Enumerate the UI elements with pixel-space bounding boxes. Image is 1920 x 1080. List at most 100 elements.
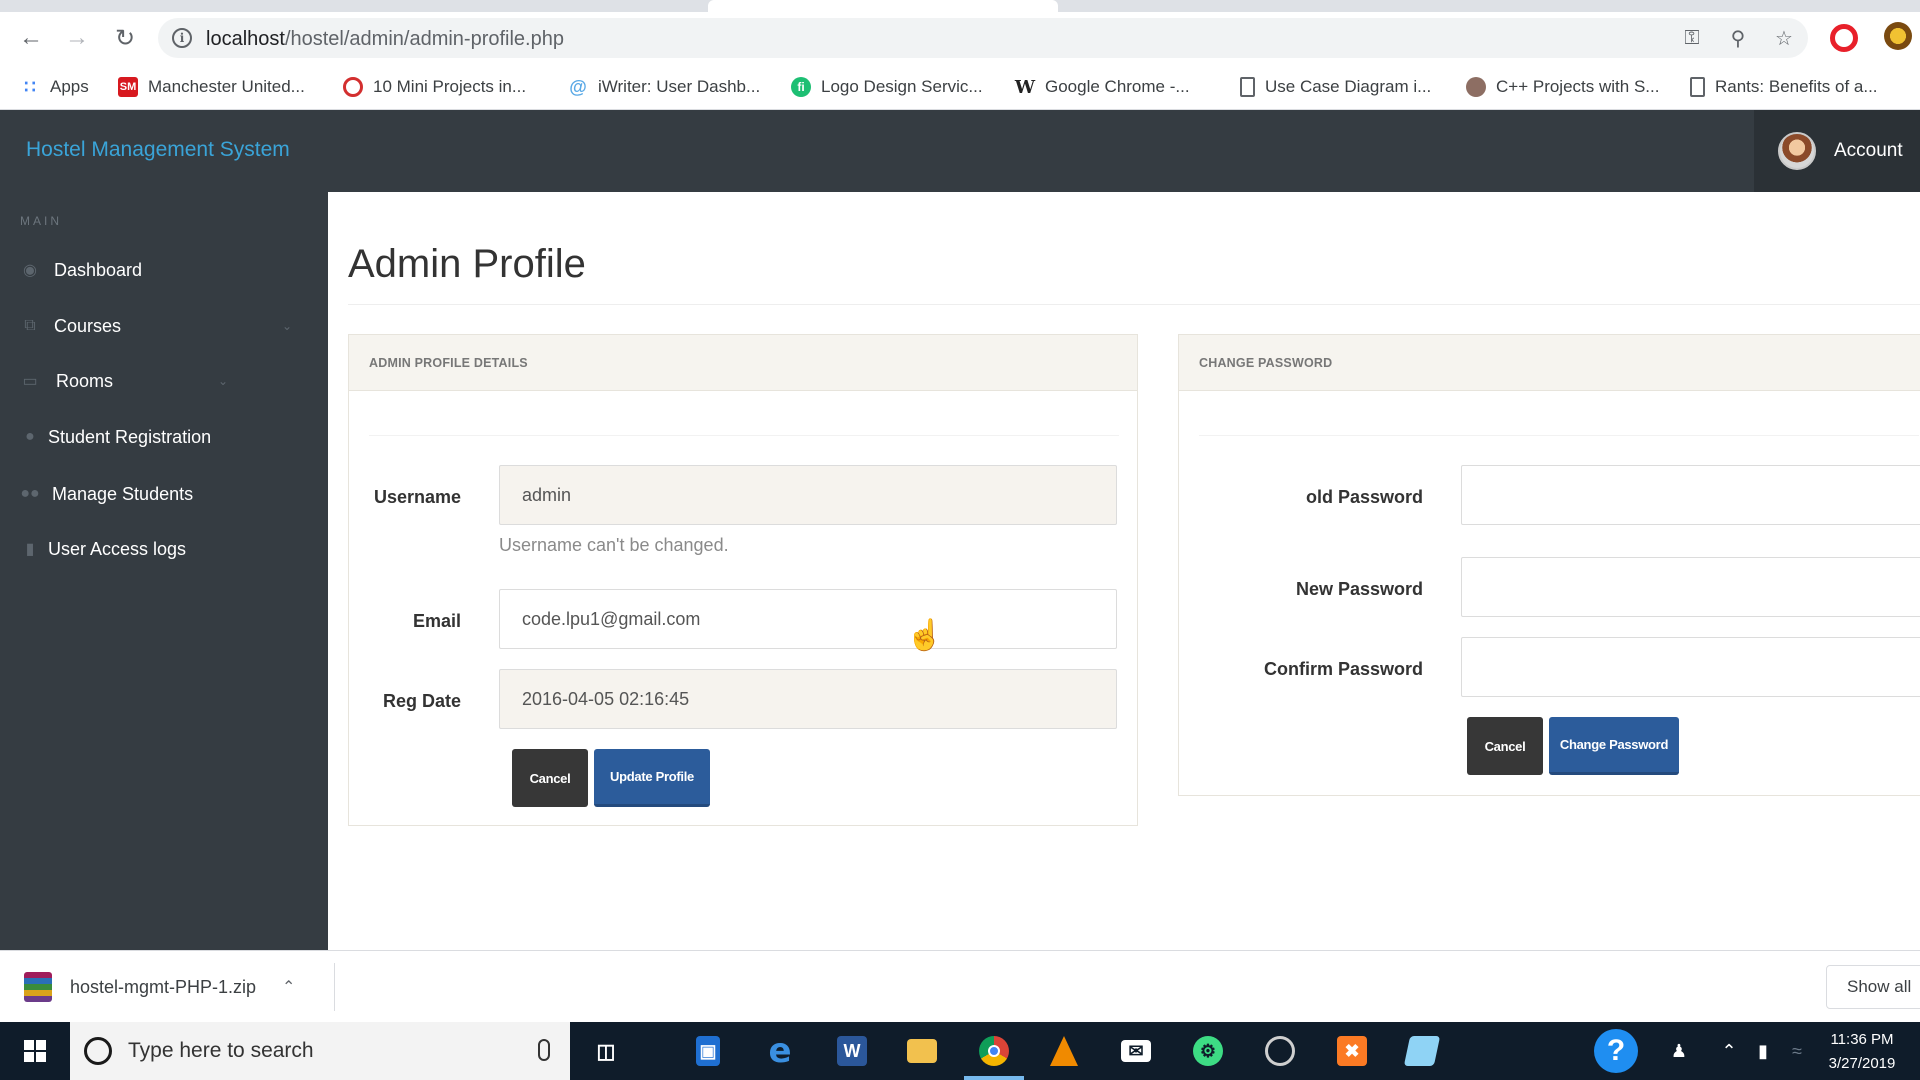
active-tab[interactable] xyxy=(708,0,1058,12)
task-view-icon[interactable]: ◫ xyxy=(586,1031,626,1071)
address-url[interactable]: localhost/hostel/admin/admin-profile.php xyxy=(206,28,564,51)
reg-date-field[interactable]: 2016-04-05 02:16:45 xyxy=(499,669,1117,729)
bookmarks-bar: ∷ Apps SM Manchester United... 10 Mini P… xyxy=(0,64,1920,110)
winrar-archive-icon xyxy=(24,972,52,1002)
tray-chevron-up-icon[interactable]: ⌃ xyxy=(1714,1022,1744,1080)
forward-arrow-icon[interactable]: → xyxy=(62,24,92,52)
bookmark-rants[interactable]: Rants: Benefits of a... xyxy=(1690,74,1878,100)
change-password-button[interactable]: Change Password xyxy=(1549,717,1679,775)
chevron-down-icon: ⌄ xyxy=(218,374,229,388)
address-bar[interactable]: i localhost/hostel/admin/admin-profile.p… xyxy=(158,18,1808,58)
bookmark-manchester-united[interactable]: SM Manchester United... xyxy=(118,74,305,100)
page-title: Admin Profile xyxy=(348,242,586,286)
zoom-icon[interactable]: ⚲ xyxy=(1720,18,1756,58)
xampp-icon[interactable]: ✖ xyxy=(1332,1031,1372,1071)
start-button[interactable] xyxy=(0,1022,70,1080)
bookmark-apps[interactable]: ∷ Apps xyxy=(20,74,88,100)
obs-studio-icon[interactable] xyxy=(1260,1031,1300,1071)
panel-heading: ADMIN PROFILE DETAILS xyxy=(349,335,1137,391)
sidebar-item-dashboard[interactable]: ◉ Dashboard xyxy=(0,248,328,292)
browser-toolbar: ← → ↻ i localhost/hostel/admin/admin-pro… xyxy=(0,12,1920,64)
taskbar-search-box[interactable]: Type here to search xyxy=(70,1022,570,1080)
hand-cursor-icon: ☝ xyxy=(906,619,944,652)
wifi-icon[interactable]: ≈ xyxy=(1782,1022,1812,1080)
mail-app-icon[interactable]: ✉ xyxy=(1116,1031,1156,1071)
people-icon[interactable]: ♟ xyxy=(1662,1022,1696,1080)
sidebar-item-student-registration[interactable]: ● Student Registration xyxy=(0,415,328,459)
sidebar-item-rooms[interactable]: ▭ Rooms ⌄ xyxy=(0,359,328,403)
edge-browser-icon[interactable]: e xyxy=(760,1031,800,1071)
account-label: Account xyxy=(1834,140,1903,161)
opera-extension-icon[interactable] xyxy=(1830,24,1858,52)
email-field[interactable]: code.lpu1@gmail.com xyxy=(499,589,1117,649)
cancel-button[interactable]: Cancel xyxy=(512,749,588,807)
bookmark-cpp-projects[interactable]: C++ Projects with S... xyxy=(1466,74,1659,100)
back-arrow-icon[interactable]: ← xyxy=(16,24,46,52)
title-divider xyxy=(348,304,1920,305)
photos-app-icon[interactable]: ▣ xyxy=(688,1031,728,1071)
change-password-panel: CHANGE PASSWORD old Password New Passwor… xyxy=(1178,334,1920,796)
bookmark-logo-design[interactable]: fi Logo Design Servic... xyxy=(791,74,983,100)
username-field[interactable]: admin xyxy=(499,465,1117,525)
bookmark-iwriter[interactable]: @ iWriter: User Dashb... xyxy=(568,74,760,100)
file-explorer-icon[interactable] xyxy=(902,1031,942,1071)
bookmark-label: 10 Mini Projects in... xyxy=(373,77,527,96)
new-password-field[interactable] xyxy=(1461,557,1920,617)
courses-icon: ⧉ xyxy=(24,317,36,334)
help-icon[interactable]: ? xyxy=(1592,1022,1640,1080)
word-app-icon[interactable]: W xyxy=(832,1031,872,1071)
show-all-button[interactable]: Show all xyxy=(1826,965,1920,1009)
bookmark-star-icon[interactable]: ☆ xyxy=(1766,18,1802,58)
active-app-indicator xyxy=(964,1076,1024,1080)
bookmark-label: Rants: Benefits of a... xyxy=(1715,77,1878,96)
page-favicon-icon xyxy=(1690,77,1705,97)
bookmark-label: Manchester United... xyxy=(148,77,305,96)
reload-icon[interactable]: ↻ xyxy=(110,24,140,52)
bookmark-label: Use Case Diagram i... xyxy=(1265,77,1432,96)
chevron-up-icon[interactable]: ⌃ xyxy=(282,977,295,997)
clock-time: 11:36 PM xyxy=(1830,1031,1894,1048)
battery-icon[interactable]: ▮ xyxy=(1746,1022,1780,1080)
brand-link[interactable]: Hostel Management System xyxy=(26,138,290,162)
taskbar-clock[interactable]: 11:36 PM 3/27/2019 xyxy=(1812,1028,1912,1076)
cancel-button[interactable]: Cancel xyxy=(1467,717,1543,775)
reg-date-label: Reg Date xyxy=(382,691,461,711)
windows-logo-icon xyxy=(24,1040,46,1062)
sidebar-item-manage-students[interactable]: ●● Manage Students xyxy=(0,472,328,516)
android-studio-icon[interactable]: ⚙ xyxy=(1188,1031,1228,1071)
chrome-browser-icon[interactable] xyxy=(974,1031,1014,1071)
sidebar-item-label: Rooms xyxy=(56,370,114,391)
site-info-icon[interactable]: i xyxy=(172,28,192,48)
profile-extension-icon[interactable] xyxy=(1884,22,1912,50)
username-label: Username xyxy=(373,487,461,507)
key-icon[interactable]: ⚿ xyxy=(1674,18,1710,58)
sm-favicon-icon: SM xyxy=(118,77,138,97)
sidebar-item-label: Student Registration xyxy=(48,426,212,447)
file-icon: ▮ xyxy=(25,541,35,558)
panel-divider xyxy=(1199,435,1919,436)
chevron-down-icon: ⌄ xyxy=(282,319,293,333)
cortana-icon xyxy=(84,1037,112,1065)
vlc-player-icon[interactable] xyxy=(1044,1031,1084,1071)
users-icon: ●● xyxy=(20,485,40,502)
app-header: Hostel Management System Account xyxy=(0,110,1920,192)
bookmark-google-chrome[interactable]: W Google Chrome -... xyxy=(1015,74,1190,100)
bookmark-use-case[interactable]: Use Case Diagram i... xyxy=(1240,74,1431,100)
avatar xyxy=(1778,132,1816,170)
wikipedia-favicon-icon: W xyxy=(1014,76,1036,98)
account-menu[interactable]: Account xyxy=(1754,110,1920,192)
microphone-icon[interactable] xyxy=(538,1039,550,1061)
confirm-password-field[interactable] xyxy=(1461,637,1920,697)
update-profile-button[interactable]: Update Profile xyxy=(594,749,710,807)
bookmark-label: iWriter: User Dashb... xyxy=(598,77,761,96)
sidebar-item-user-access-logs[interactable]: ▮ User Access logs xyxy=(0,527,328,571)
bookmark-label: Google Chrome -... xyxy=(1045,77,1190,96)
bookmark-mini-projects[interactable]: 10 Mini Projects in... xyxy=(343,74,526,100)
download-separator xyxy=(334,963,335,1011)
old-password-field[interactable] xyxy=(1461,465,1920,525)
sidebar-item-courses[interactable]: ⧉ Courses ⌄ xyxy=(0,304,328,348)
download-item[interactable]: hostel-mgmt-PHP-1.zip ⌃ xyxy=(24,963,295,1011)
page-favicon-icon xyxy=(1240,77,1255,97)
notepad-app-icon[interactable] xyxy=(1402,1031,1442,1071)
search-placeholder: Type here to search xyxy=(128,1039,314,1062)
